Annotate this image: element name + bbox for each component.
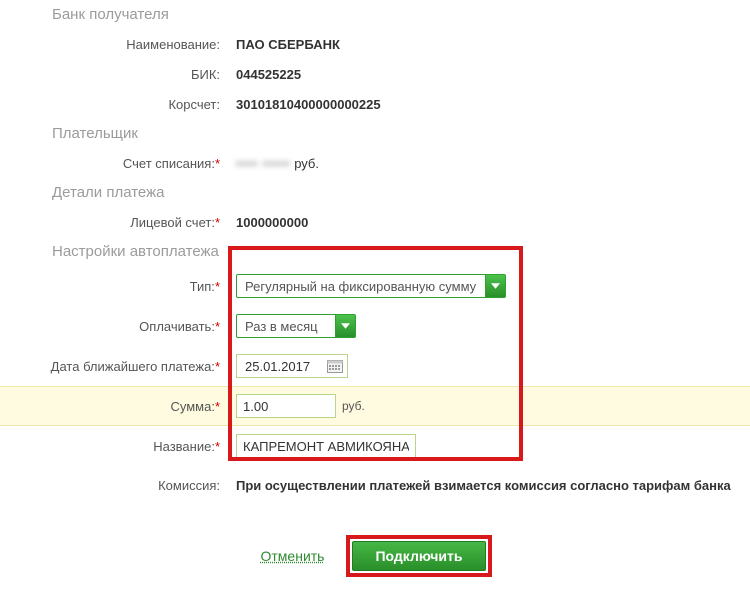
cancel-button[interactable]: Отменить	[261, 548, 325, 564]
freq-select[interactable]: Раз в месяц	[236, 314, 356, 338]
row-corr: Корсчет: 30101810400000000225	[0, 89, 750, 119]
chevron-down-icon	[485, 275, 505, 297]
amount-input[interactable]	[236, 394, 336, 418]
amount-unit: руб.	[342, 399, 365, 413]
required-mark: *	[215, 215, 220, 230]
label-next-date: Дата ближайшего платежа:*	[0, 359, 226, 374]
section-autopay-settings: Настройки автоплатежа	[0, 237, 750, 266]
section-payment-details: Детали платежа	[0, 178, 750, 207]
title-input[interactable]	[236, 434, 416, 458]
next-date-input[interactable]	[243, 358, 323, 375]
value-bik: 044525225	[226, 67, 301, 82]
debit-currency: руб.	[294, 156, 319, 171]
row-bank-name: Наименование: ПАО СБЕРБАНК	[0, 29, 750, 59]
value-debit-account: •••• ••••• руб.	[226, 156, 319, 171]
required-mark: *	[215, 279, 220, 294]
type-selected-text: Регулярный на фиксированную сумму	[237, 279, 485, 294]
row-commission: Комиссия: При осуществлении платежей взи…	[0, 466, 750, 497]
submit-button[interactable]: Подключить	[352, 541, 485, 571]
payment-form: Банк получателя Наименование: ПАО СБЕРБА…	[0, 0, 750, 595]
label-debit-account: Счет списания:*	[0, 156, 226, 171]
required-mark: *	[215, 359, 220, 374]
required-mark: *	[215, 319, 220, 334]
label-type: Тип:*	[0, 279, 226, 294]
masked-account: •••• •••••	[236, 156, 291, 171]
row-freq: Оплачивать:* Раз в месяц	[0, 306, 750, 346]
row-type: Тип:* Регулярный на фиксированную сумму	[0, 266, 750, 306]
row-amount: Сумма:* руб.	[0, 386, 750, 426]
label-freq-text: Оплачивать:	[139, 319, 215, 334]
label-personal-account: Лицевой счет:*	[0, 215, 226, 230]
label-next-date-text: Дата ближайшего платежа:	[51, 359, 215, 374]
required-mark: *	[215, 156, 220, 171]
value-personal-account: 1000000000	[226, 215, 308, 230]
label-bank-name: Наименование:	[0, 37, 226, 52]
label-corr: Корсчет:	[0, 97, 226, 112]
value-commission: При осуществлении платежей взимается ком…	[226, 478, 731, 493]
value-corr: 30101810400000000225	[226, 97, 381, 112]
row-debit-account: Счет списания:* •••• ••••• руб.	[0, 148, 750, 178]
chevron-down-icon	[335, 315, 355, 337]
row-next-date: Дата ближайшего платежа:*	[0, 346, 750, 386]
row-bik: БИК: 044525225	[0, 59, 750, 89]
label-amount: Сумма:*	[0, 399, 226, 414]
label-amount-text: Сумма:	[170, 399, 214, 414]
label-freq: Оплачивать:*	[0, 319, 226, 334]
calendar-icon[interactable]	[327, 359, 343, 373]
label-type-text: Тип:	[190, 279, 215, 294]
label-title-text: Название:	[153, 439, 215, 454]
section-bank-recipient: Банк получателя	[0, 0, 750, 29]
freq-selected-text: Раз в месяц	[237, 319, 335, 334]
next-date-field[interactable]	[236, 354, 348, 378]
label-debit-account-text: Счет списания:	[123, 156, 215, 171]
submit-wrap: Подключить	[348, 537, 489, 575]
label-commission: Комиссия:	[0, 478, 226, 493]
label-title: Название:*	[0, 439, 226, 454]
action-bar: Отменить Подключить	[0, 497, 750, 595]
row-personal-account: Лицевой счет:* 1000000000	[0, 207, 750, 237]
value-bank-name: ПАО СБЕРБАНК	[226, 37, 340, 52]
label-bik: БИК:	[0, 67, 226, 82]
required-mark: *	[215, 399, 220, 414]
required-mark: *	[215, 439, 220, 454]
section-payer: Плательщик	[0, 119, 750, 148]
type-select[interactable]: Регулярный на фиксированную сумму	[236, 274, 506, 298]
label-personal-account-text: Лицевой счет:	[130, 215, 215, 230]
row-title: Название:*	[0, 426, 750, 466]
